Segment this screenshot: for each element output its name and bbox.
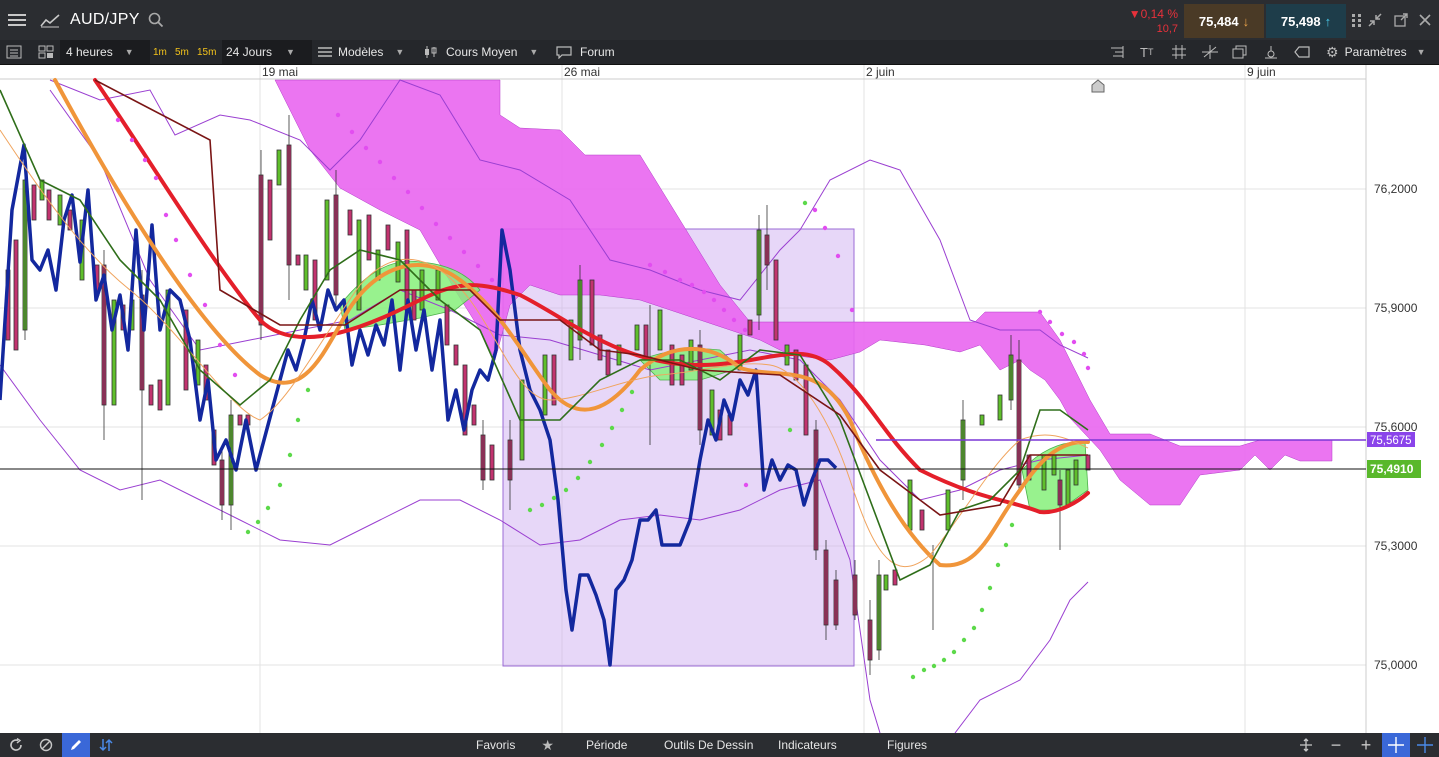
chevron-down-icon: ▼: [529, 47, 539, 57]
zoom-in-icon[interactable]: +: [1352, 733, 1380, 757]
layout-icon[interactable]: [38, 40, 54, 64]
date-label: 9 juin: [1247, 65, 1276, 79]
crosshair-icon[interactable]: [1202, 40, 1218, 64]
forum-button[interactable]: Forum: [556, 40, 615, 64]
date-label: 26 mai: [564, 65, 600, 79]
crosshair-cursor-icon[interactable]: [1382, 733, 1410, 757]
current-price-text: 75,4910: [1370, 462, 1414, 476]
sell-price-button[interactable]: 75,484 ↓: [1184, 4, 1264, 38]
list-icon[interactable]: [6, 40, 22, 64]
sort-icon[interactable]: [92, 733, 120, 757]
gear-icon: ⚙: [1326, 43, 1339, 60]
arrow-up-icon: ↑: [1324, 13, 1332, 29]
arrow-down-icon: ↓: [1242, 13, 1250, 29]
timeframe-15m-button[interactable]: 15m: [194, 44, 219, 60]
bottom-bar: Favoris ★ Période Outils De Dessin Indic…: [0, 733, 1439, 757]
price-label: 75,6000: [1374, 420, 1418, 434]
date-label: 19 mai: [262, 65, 298, 79]
cancel-icon[interactable]: [32, 733, 60, 757]
chart-line-icon[interactable]: [33, 0, 67, 40]
star-icon: ★: [541, 736, 554, 753]
instrument-symbol[interactable]: AUD/JPY: [70, 0, 164, 40]
buy-price-button[interactable]: 75,498 ↑: [1266, 4, 1346, 38]
chart-type-menu[interactable]: Cours Moyen ▼: [424, 40, 538, 64]
price-label: 75,0000: [1374, 658, 1418, 672]
indicators-button[interactable]: Indicateurs: [778, 733, 837, 757]
drawing-tools-button[interactable]: Outils De Dessin: [664, 733, 753, 757]
eraser-icon[interactable]: [1294, 40, 1310, 64]
models-menu[interactable]: Modèles ▼: [318, 40, 404, 64]
move-icon[interactable]: [1292, 733, 1320, 757]
cursor-cross-icon[interactable]: [1411, 733, 1439, 757]
price-label: 75,9000: [1374, 301, 1418, 315]
horizontal-line-price-text: 75,5675: [1370, 435, 1412, 447]
pencil-icon[interactable]: [62, 733, 90, 757]
external-link-icon[interactable]: [1388, 0, 1414, 40]
grid-icon[interactable]: [1172, 40, 1186, 64]
collapse-icon[interactable]: [1362, 0, 1388, 40]
date-label: 2 juin: [866, 65, 895, 79]
zoom-out-icon[interactable]: −: [1322, 733, 1350, 757]
figures-button[interactable]: Figures: [887, 733, 927, 757]
timeframe-5m-button[interactable]: 5m: [172, 44, 192, 60]
search-icon[interactable]: [148, 12, 164, 28]
chevron-down-icon: ▼: [286, 47, 295, 57]
range-select[interactable]: 24 Jours ▼: [222, 40, 312, 64]
menu-icon[interactable]: [0, 0, 34, 40]
refresh-icon[interactable]: [2, 733, 30, 757]
period-button[interactable]: Période: [586, 733, 627, 757]
price-chart[interactable]: 19 mai 26 mai 2 juin 9 juin 76,2000 75,9…: [0, 65, 1439, 734]
top-bar: AUD/JPY ▼0,14 % 10,7 75,484 ↓ 75,498 ↑: [0, 0, 1439, 41]
hamburger-icon: [8, 14, 26, 26]
indicator-icon[interactable]: [1264, 40, 1278, 64]
settings-menu[interactable]: ⚙ Paramètres ▼: [1326, 40, 1426, 64]
timeframe-1m-button[interactable]: 1m: [150, 44, 170, 60]
price-label: 76,2000: [1374, 182, 1418, 196]
price-change: ▼0,14 % 10,7: [1120, 4, 1182, 38]
templates-icon: [318, 47, 332, 57]
interval-select[interactable]: 4 heures ▼: [60, 40, 150, 64]
price-label: 75,3000: [1374, 539, 1418, 553]
chevron-down-icon: ▼: [1416, 47, 1426, 57]
chevron-down-icon: ▼: [124, 47, 134, 57]
text-size-icon[interactable]: TT: [1140, 40, 1153, 64]
copy-icon[interactable]: [1232, 40, 1248, 64]
candlestick-icon: [425, 46, 437, 58]
chat-bubble-icon: [556, 46, 572, 59]
chart-toolbar: 4 heures ▼ 1m 5m 15m 24 Jours ▼ Modèles ▼ C…: [0, 40, 1439, 65]
chart-area[interactable]: 19 mai 26 mai 2 juin 9 juin 76,2000 75,9…: [0, 65, 1439, 734]
close-icon[interactable]: [1412, 0, 1438, 40]
chevron-down-icon: ▼: [395, 47, 405, 57]
align-icon[interactable]: [1110, 40, 1124, 64]
favorites-button[interactable]: Favoris ★: [476, 733, 554, 757]
